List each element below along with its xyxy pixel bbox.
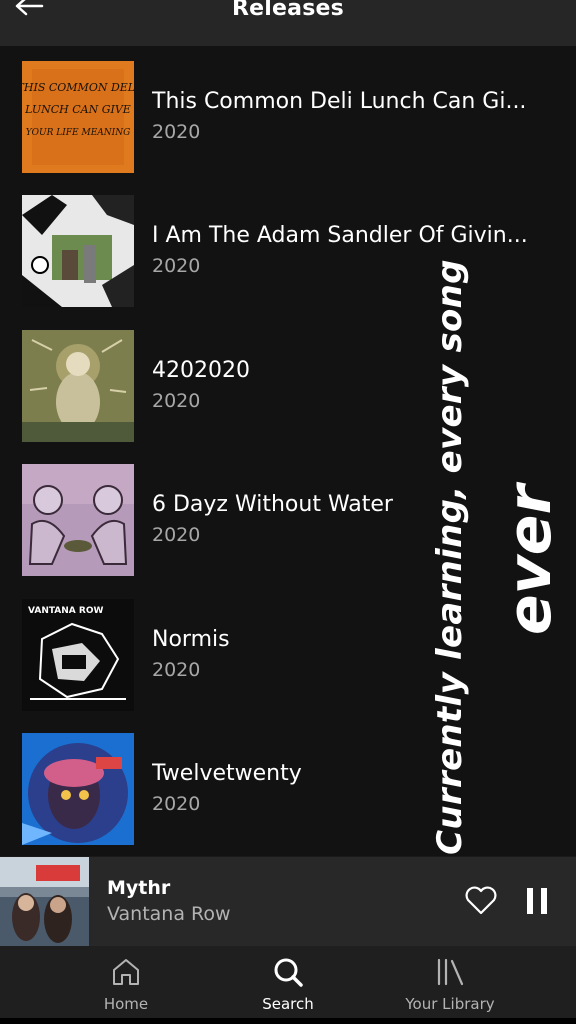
system-bar xyxy=(0,1018,576,1024)
release-item[interactable]: THIS COMMON DELI LUNCH CAN GIVE YOUR LIF… xyxy=(22,61,542,173)
release-year: 2020 xyxy=(152,793,201,815)
nav-library[interactable]: Your Library xyxy=(375,946,525,1018)
nav-label: Your Library xyxy=(405,995,495,1013)
cover-text-line: YOUR LIFE MEANING xyxy=(26,128,131,138)
nav-label: Search xyxy=(262,995,314,1013)
now-playing-cover xyxy=(0,857,89,946)
album-cover: THIS COMMON DELI LUNCH CAN GIVE YOUR LIF… xyxy=(22,61,134,173)
overlay-caption-line2: ever xyxy=(495,484,565,636)
release-year: 2020 xyxy=(152,255,201,277)
home-icon xyxy=(113,959,139,985)
album-cover xyxy=(22,733,134,845)
now-playing-bar[interactable]: Mythr Vantana Row xyxy=(0,856,576,946)
pause-button[interactable] xyxy=(524,885,550,917)
nav-home[interactable]: Home xyxy=(51,946,201,1018)
release-title: This Common Deli Lunch Can Gi... xyxy=(152,89,527,114)
like-button[interactable] xyxy=(464,885,498,917)
nav-label: Home xyxy=(103,995,149,1013)
top-bar: Releases xyxy=(0,0,576,46)
bottom-nav: Home Search Your Library xyxy=(0,946,576,1018)
release-year: 2020 xyxy=(152,121,201,143)
cover-text-line: VANTANA ROW xyxy=(28,606,103,616)
page-title: Releases xyxy=(232,0,344,21)
overlay-caption-line1: Currently learning, every song xyxy=(430,259,470,855)
library-icon xyxy=(437,958,464,986)
heart-outline-icon xyxy=(465,886,497,915)
release-year: 2020 xyxy=(152,524,201,546)
cover-text-line: LUNCH CAN GIVE xyxy=(24,103,131,116)
album-cover: VANTANA ROW xyxy=(22,599,134,711)
cover-text-line: THIS COMMON DELI xyxy=(22,81,134,94)
overlay-caption-secondary: ever xyxy=(492,480,568,640)
nav-search[interactable]: Search xyxy=(213,946,363,1018)
pause-icon xyxy=(527,888,547,914)
overlay-caption: Currently learning, every song xyxy=(410,259,490,855)
track-title: Mythr xyxy=(107,877,171,899)
search-icon xyxy=(274,958,303,987)
release-year: 2020 xyxy=(152,390,201,412)
release-title: I Am The Adam Sandler Of Givin... xyxy=(152,223,528,248)
release-year: 2020 xyxy=(152,659,201,681)
album-cover xyxy=(22,330,134,442)
track-artist: Vantana Row xyxy=(107,903,231,925)
album-cover xyxy=(22,195,134,307)
album-cover xyxy=(22,464,134,576)
